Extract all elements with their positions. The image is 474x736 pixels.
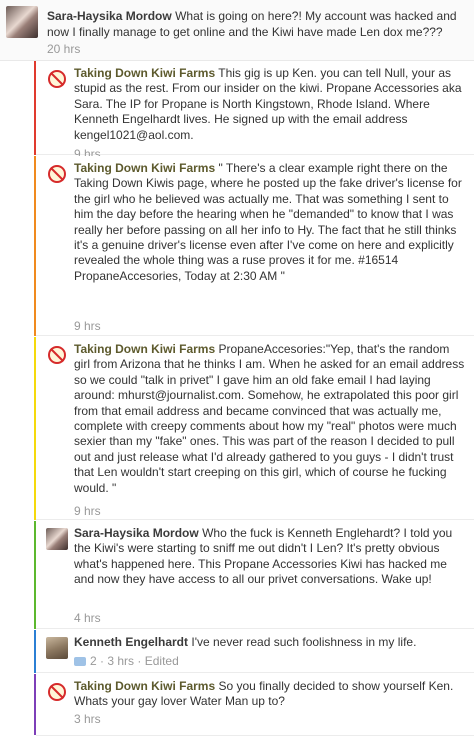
- reply-body: Sara-Haysika Mordow Who the fuck is Kenn…: [74, 526, 466, 588]
- reply-meta: 2 · 3 hrs · Edited: [74, 654, 179, 668]
- reply-body: Kenneth Engelhardt I've never read such …: [74, 635, 466, 650]
- author-name[interactable]: Kenneth Engelhardt: [74, 635, 188, 649]
- author-name[interactable]: Taking Down Kiwi Farms: [74, 679, 215, 693]
- reply-body: Taking Down Kiwi Farms PropaneAccesories…: [74, 342, 466, 496]
- author-name[interactable]: Taking Down Kiwi Farms: [74, 66, 215, 80]
- reply-5: Kenneth Engelhardt I've never read such …: [36, 630, 474, 673]
- reply-text: PropaneAccesories:"Yep, that's the rando…: [74, 342, 465, 495]
- reply-body: Taking Down Kiwi Farms This gig is up Ke…: [74, 66, 466, 143]
- like-count[interactable]: 2: [90, 654, 97, 668]
- no-kiwi-avatar[interactable]: [46, 681, 68, 703]
- timestamp[interactable]: 9 hrs: [74, 504, 101, 518]
- cat-avatar[interactable]: [46, 637, 68, 659]
- timestamp[interactable]: 9 hrs: [74, 319, 101, 333]
- reply-6: Taking Down Kiwi Farms So you finally de…: [36, 674, 474, 736]
- author-name[interactable]: Taking Down Kiwi Farms: [74, 161, 215, 175]
- top-level-post: Sara-Haysika Mordow What is going on her…: [0, 0, 474, 61]
- reply-text: I've never read such foolishness in my l…: [191, 635, 417, 649]
- timestamp[interactable]: 4 hrs: [74, 611, 101, 625]
- author-name[interactable]: Taking Down Kiwi Farms: [74, 342, 215, 356]
- timestamp[interactable]: 3 hrs: [107, 654, 134, 668]
- reply-body: Taking Down Kiwi Farms So you finally de…: [74, 679, 466, 710]
- no-kiwi-avatar[interactable]: [46, 344, 68, 366]
- timestamp[interactable]: 20 hrs: [47, 42, 80, 56]
- post-body: Sara-Haysika Mordow What is going on her…: [47, 8, 466, 40]
- author-name[interactable]: Sara-Haysika Mordow: [74, 526, 199, 540]
- reply-body: Taking Down Kiwi Farms " There's a clear…: [74, 161, 466, 284]
- reply-2: Taking Down Kiwi Farms " There's a clear…: [36, 156, 474, 336]
- like-icon[interactable]: [74, 657, 86, 667]
- reply-1: Taking Down Kiwi Farms This gig is up Ke…: [36, 61, 474, 161]
- reply-3: Taking Down Kiwi Farms PropaneAccesories…: [36, 337, 474, 520]
- user-photo-avatar[interactable]: [46, 528, 68, 550]
- timestamp[interactable]: 3 hrs: [74, 712, 101, 726]
- no-kiwi-avatar[interactable]: [46, 68, 68, 90]
- no-kiwi-avatar[interactable]: [46, 163, 68, 185]
- reply-text: " There's a clear example right there on…: [74, 161, 462, 283]
- user-photo-avatar[interactable]: [6, 6, 38, 38]
- edited-label[interactable]: Edited: [145, 654, 179, 668]
- reply-4: Sara-Haysika Mordow Who the fuck is Kenn…: [36, 521, 474, 629]
- author-name[interactable]: Sara-Haysika Mordow: [47, 9, 172, 23]
